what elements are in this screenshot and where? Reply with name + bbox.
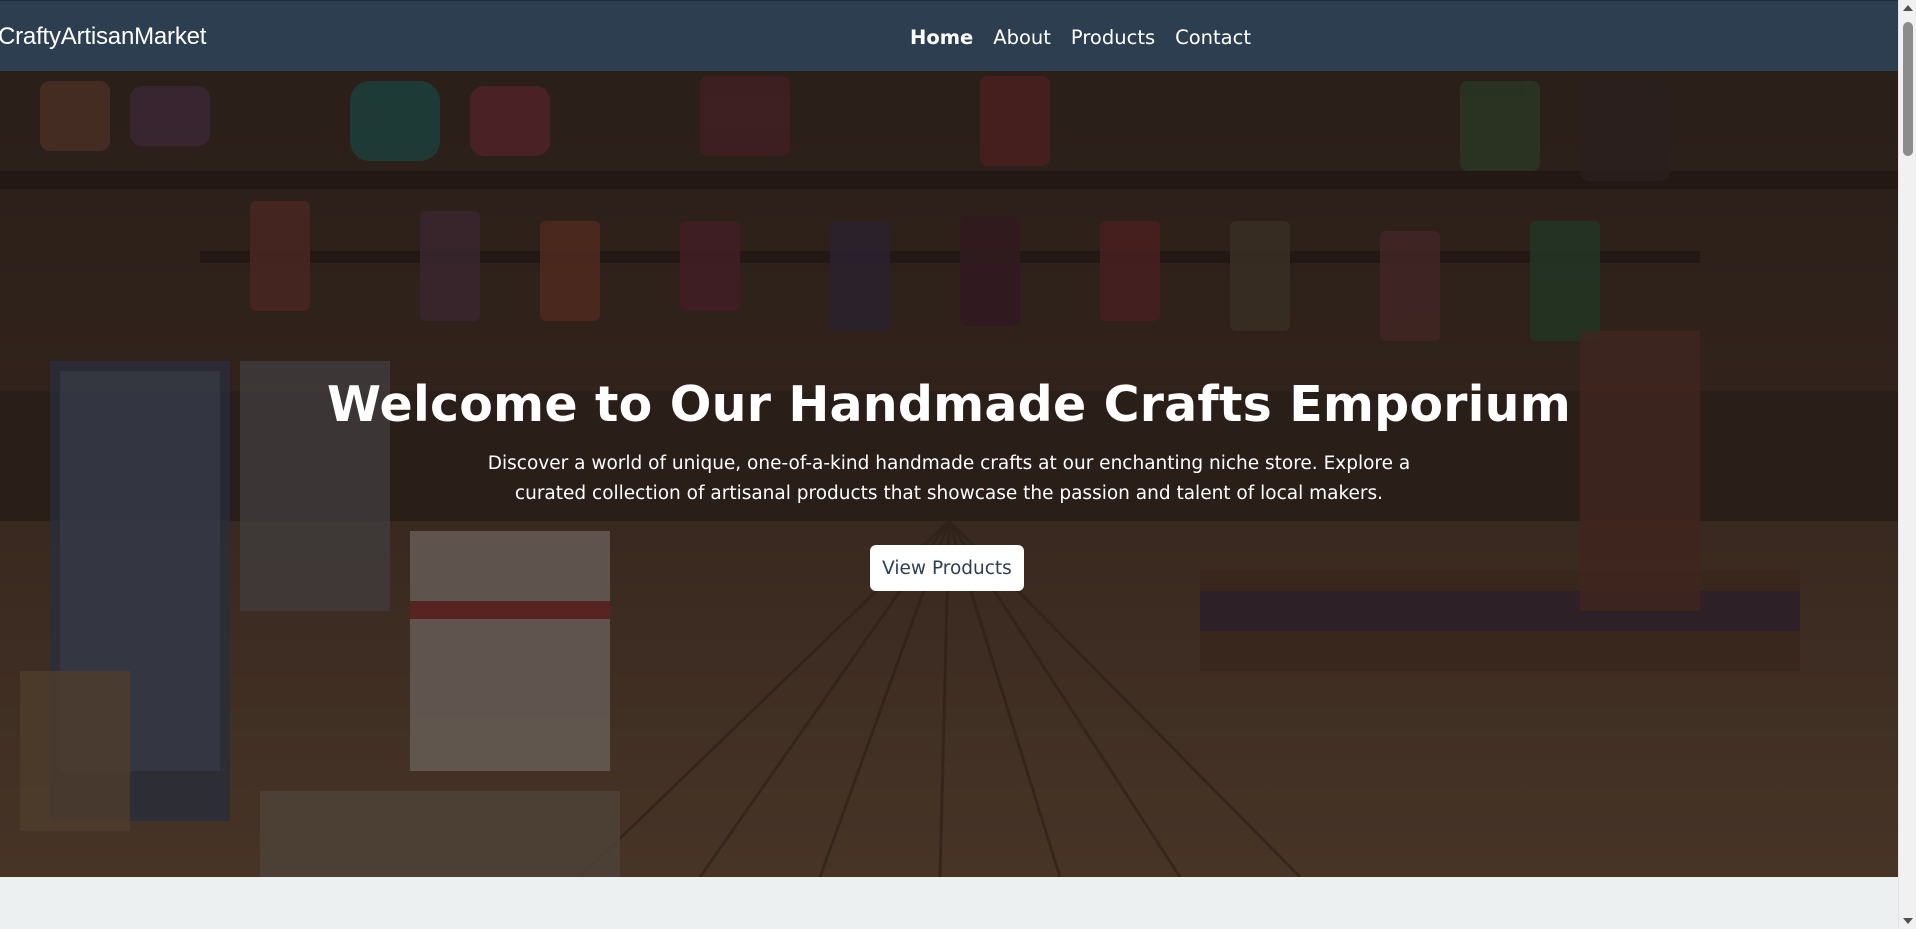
nav-link-home[interactable]: Home bbox=[910, 26, 973, 49]
hero-section: Welcome to Our Handmade Crafts Emporium … bbox=[0, 71, 1898, 877]
nav-item-about: About bbox=[993, 26, 1051, 49]
hero-title: Welcome to Our Handmade Crafts Emporium bbox=[327, 376, 1571, 433]
nav-link-contact[interactable]: Contact bbox=[1175, 26, 1251, 49]
nav-links: Home About Products Contact bbox=[910, 26, 1251, 49]
nav-item-contact: Contact bbox=[1175, 26, 1251, 49]
nav-item-home: Home bbox=[910, 26, 973, 49]
brand-logo[interactable]: CraftyArtisanMarket bbox=[0, 23, 206, 51]
scroll-thumb[interactable] bbox=[1903, 22, 1913, 156]
navbar: CraftyArtisanMarket Home About Products … bbox=[0, 0, 1898, 71]
view-products-button[interactable]: View Products bbox=[870, 545, 1024, 591]
nav-item-products: Products bbox=[1071, 26, 1155, 49]
vertical-scrollbar[interactable] bbox=[1898, 0, 1916, 929]
hero-content: Welcome to Our Handmade Crafts Emporium … bbox=[0, 71, 1898, 877]
scroll-up-arrow-icon[interactable] bbox=[1903, 5, 1913, 11]
hero-description: Discover a world of unique, one-of-a-kin… bbox=[487, 453, 1411, 504]
nav-link-products[interactable]: Products bbox=[1071, 26, 1155, 49]
page-viewport: CraftyArtisanMarket Home About Products … bbox=[0, 0, 1898, 929]
scroll-down-arrow-icon[interactable] bbox=[1903, 918, 1913, 924]
nav-link-about[interactable]: About bbox=[993, 26, 1051, 49]
